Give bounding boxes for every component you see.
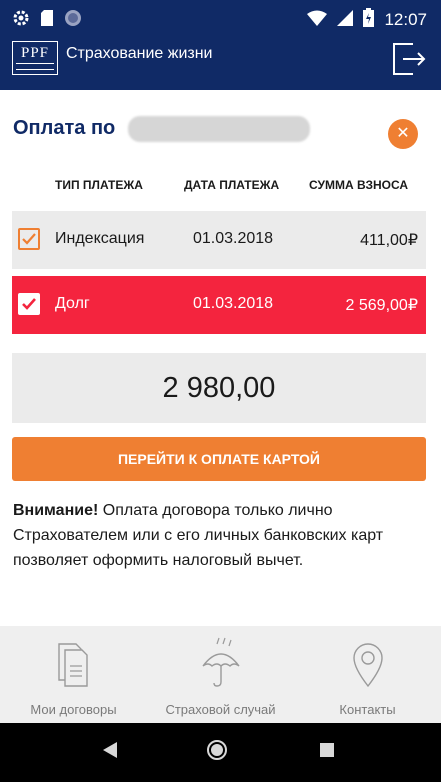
android-navigation-bar — [0, 723, 441, 782]
sd-card-icon — [40, 9, 54, 32]
nav-insurance-case[interactable]: Страховой случай — [147, 626, 294, 723]
total-amount: 2 980,00 — [12, 353, 426, 423]
nav-contacts[interactable]: Контакты — [294, 626, 441, 723]
column-header-date: ДАТА ПЛАТЕЖА — [184, 178, 280, 192]
logout-icon[interactable] — [391, 40, 427, 83]
pay-by-card-button[interactable]: ПЕРЕЙТИ К ОПЛАТЕ КАРТОЙ — [12, 437, 426, 481]
gear-icon — [12, 9, 30, 32]
app-title: Страхование жизни — [66, 45, 213, 62]
column-header-type: ТИП ПЛАТЕЖА — [55, 178, 143, 192]
column-header-sum: СУММА ВЗНОСА — [309, 178, 409, 192]
payment-checkbox[interactable] — [18, 293, 40, 315]
redacted-contract-number — [128, 116, 310, 142]
nav-label: Мои договоры — [30, 702, 117, 717]
payment-type: Индексация — [55, 230, 145, 247]
status-bar: 12:07 — [0, 0, 441, 37]
documents-icon — [54, 640, 94, 695]
payment-date: 01.03.2018 — [193, 230, 274, 247]
payment-sum: 2 569,00₽ — [345, 297, 418, 314]
nav-label: Контакты — [339, 702, 396, 717]
battery-icon — [363, 8, 375, 32]
payment-sum: 411,00₽ — [360, 232, 418, 249]
nav-label: Страховой случай — [165, 702, 276, 717]
close-icon[interactable]: ✕ — [388, 119, 418, 149]
nav-my-contracts[interactable]: Мои договоры — [0, 626, 147, 723]
bottom-navigation: Мои договоры Страховой случай Контакты — [0, 626, 441, 723]
payment-row[interactable]: Индексация 01.03.2018 411,00₽ — [12, 211, 426, 269]
circle-icon — [64, 9, 82, 32]
ppf-logo: PPF — [12, 41, 58, 75]
page-title: Оплата по — [13, 117, 116, 139]
home-icon[interactable] — [206, 739, 228, 766]
payment-row[interactable]: Долг 01.03.2018 2 569,00₽ — [12, 276, 426, 334]
back-icon[interactable] — [101, 740, 119, 765]
signal-icon — [337, 9, 354, 31]
app-bar: PPF Страхование жизни — [0, 37, 441, 90]
recent-apps-icon[interactable] — [319, 742, 335, 763]
payment-type: Долг — [55, 295, 90, 312]
tax-deduction-note: Внимание! Оплата договора только лично С… — [13, 498, 413, 573]
payment-checkbox[interactable] — [18, 228, 40, 250]
wifi-icon — [307, 10, 328, 31]
note-warning-label: Внимание! — [13, 502, 99, 519]
umbrella-icon — [199, 637, 243, 695]
clock: 12:07 — [384, 10, 427, 29]
payment-date: 01.03.2018 — [193, 295, 274, 312]
location-pin-icon — [350, 640, 386, 695]
